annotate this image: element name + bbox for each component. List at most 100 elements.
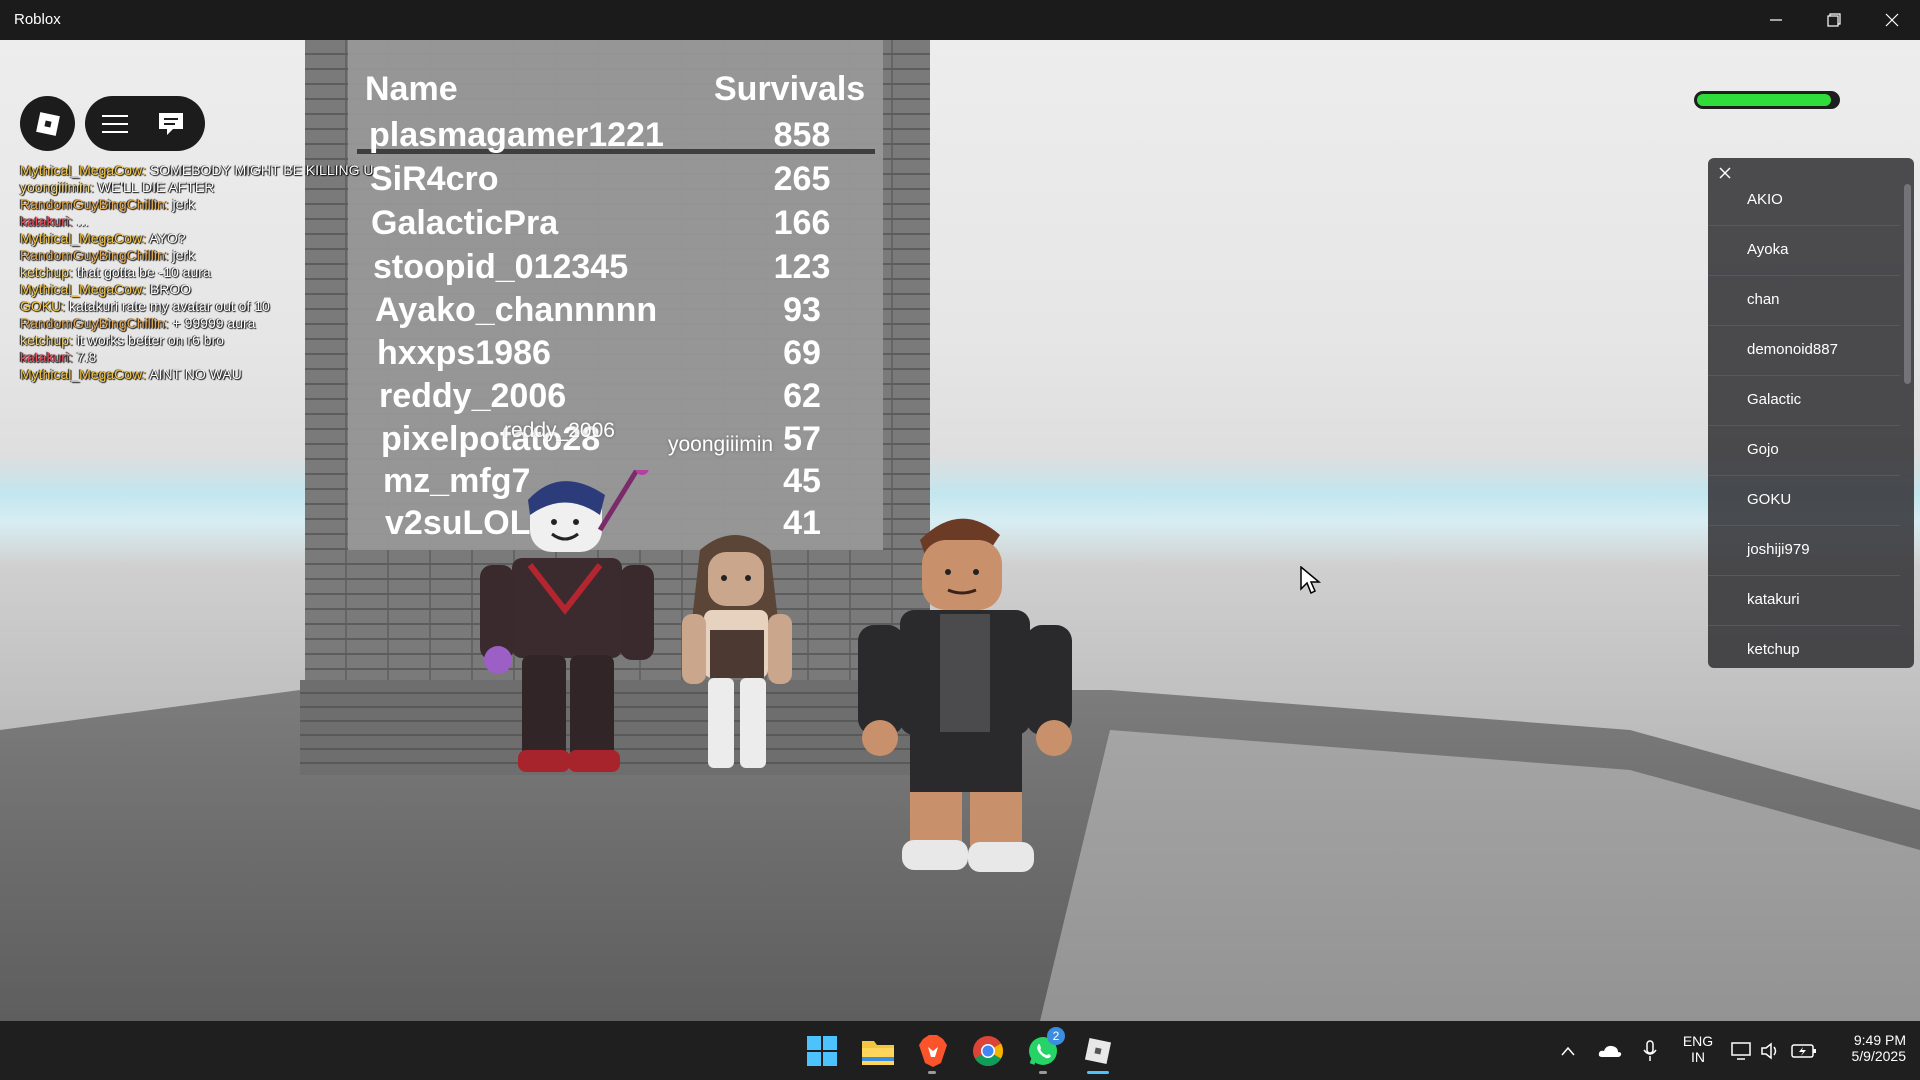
- player-list-item[interactable]: Gojo: [1708, 426, 1900, 476]
- player-name: joshiji979: [1747, 541, 1810, 558]
- leaderboard-player-score: 93: [783, 291, 821, 329]
- leaderboard-row: reddy_2006 62: [0, 377, 821, 421]
- chat-message-author[interactable]: yoongiiimin:: [20, 179, 94, 195]
- chevron-up-icon: [1561, 1046, 1575, 1056]
- chat-message-author[interactable]: RandomGuyBingChillin:: [20, 196, 169, 212]
- restore-button[interactable]: [1806, 0, 1862, 40]
- chat-message-author[interactable]: Mythical_MegaCow:: [20, 366, 146, 382]
- chat-message-text: ...: [76, 213, 89, 229]
- player-list-item[interactable]: Ayoka: [1708, 226, 1900, 276]
- player-list-item[interactable]: joshiji979: [1708, 526, 1900, 576]
- chat-message-author[interactable]: ketchup:: [20, 264, 73, 280]
- clock-time: 9:49 PM: [1853, 1032, 1906, 1048]
- leaderboard-header-score: Survivals: [714, 70, 866, 108]
- chat-message-author[interactable]: GOKU:: [20, 298, 65, 314]
- roblox-active-indicator: [1087, 1071, 1109, 1074]
- chat-message-text: WE'LL DIE AFTER: [97, 179, 215, 195]
- leaderboard-header-name: Name: [365, 70, 458, 108]
- game-viewport[interactable]: Name Survivals plasmagamer1221 858 SiR4c…: [0, 40, 1920, 1021]
- chat-message-text: jerk: [172, 247, 196, 263]
- onedrive-button[interactable]: [1590, 1031, 1630, 1071]
- battery-charging-icon: [1791, 1044, 1816, 1058]
- health-bar-fill: [1697, 94, 1831, 106]
- chat-icon: [159, 112, 183, 135]
- chat-message-author[interactable]: RandomGuyBingChillin:: [20, 315, 169, 331]
- chat-toggle-button[interactable]: [151, 106, 191, 141]
- player-list-item[interactable]: Galactic: [1708, 376, 1900, 426]
- brave-browser-button[interactable]: [913, 1031, 953, 1071]
- close-window-button[interactable]: [1864, 0, 1920, 40]
- player-name: GOKU: [1747, 491, 1792, 508]
- chat-message-author[interactable]: katakuri:: [20, 213, 73, 229]
- roblox-menu-button[interactable]: [20, 96, 75, 151]
- player-name: Galactic: [1747, 391, 1802, 408]
- avatar-hoodie-character[interactable]: [840, 510, 1110, 900]
- nametag-yoongiiimin: yoongiiimin: [668, 433, 774, 456]
- chat-message-text: katakuri rate my avatar out of 10: [69, 298, 270, 314]
- chat-message-author[interactable]: Mythical_MegaCow:: [20, 281, 146, 297]
- player-list-item[interactable]: AKIO: [1708, 176, 1900, 226]
- avatar-spider-character[interactable]: [470, 470, 670, 800]
- player-list-scrollbar[interactable]: [1904, 184, 1911, 384]
- close-icon: [1885, 13, 1899, 27]
- chat-message: katakuri: 7.8: [20, 349, 440, 366]
- player-list-item[interactable]: chan: [1708, 276, 1900, 326]
- player-list-item[interactable]: ketchup: [1708, 626, 1900, 668]
- chat-message: Mythical_MegaCow: BROO: [20, 281, 440, 298]
- whatsapp-running-indicator: [1039, 1071, 1047, 1074]
- language-indicator[interactable]: ENG IN: [1680, 1033, 1716, 1065]
- player-name: katakuri: [1747, 591, 1800, 608]
- chat-message-text: that gotta be -10 aura: [76, 264, 211, 280]
- chat-message-text: AINT NO WAU: [149, 366, 242, 382]
- chat-message: Mythical_MegaCow: AYO?: [20, 230, 440, 247]
- roblox-logo-icon: [35, 111, 60, 136]
- file-explorer-button[interactable]: [858, 1031, 898, 1071]
- mouse-cursor-icon: [1300, 566, 1322, 595]
- roblox-taskbar-button[interactable]: [1078, 1031, 1118, 1071]
- leaderboard-player-score: 265: [773, 160, 831, 198]
- whatsapp-badge: 2: [1047, 1027, 1065, 1045]
- chat-message-author[interactable]: Mythical_MegaCow:: [20, 230, 146, 246]
- battery-button[interactable]: [1784, 1031, 1824, 1071]
- chat-message-text: jerk: [172, 196, 196, 212]
- chat-message: RandomGuyBingChillin: jerk: [20, 247, 440, 264]
- language-code: ENG: [1682, 1033, 1714, 1049]
- clock[interactable]: 9:49 PM 5/9/2025: [1826, 1032, 1907, 1064]
- leaderboard-player-score: 123: [773, 248, 831, 286]
- chat-message: ketchup: that gotta be -10 aura: [20, 264, 440, 281]
- chat-message-text: 7.8: [76, 349, 97, 365]
- chat-message-text: it works better on r6 bro: [76, 332, 224, 348]
- chat-message-text: + 99999 aura: [172, 315, 256, 331]
- leaderboard-player-score: 62: [783, 377, 821, 415]
- chat-message-author[interactable]: RandomGuyBingChillin:: [20, 247, 169, 263]
- chat-message: yoongiiimin: WE'LL DIE AFTER: [20, 179, 440, 196]
- leaderboard-player-name: plasmagamer1221: [369, 116, 664, 154]
- chat-message: ketchup: it works better on r6 bro: [20, 332, 440, 349]
- chat-message-author[interactable]: ketchup:: [20, 332, 73, 348]
- leaderboard-player-score: 858: [773, 116, 831, 154]
- hamburger-menu-button[interactable]: [95, 106, 135, 141]
- chat-message: RandomGuyBingChillin: + 99999 aura: [20, 315, 440, 332]
- leaderboard-player-score: 166: [773, 204, 831, 242]
- start-button[interactable]: [802, 1031, 842, 1071]
- show-hidden-icons-button[interactable]: [1548, 1031, 1588, 1071]
- player-name: AKIO: [1747, 191, 1783, 208]
- window-titlebar: Roblox: [0, 0, 1920, 40]
- player-list-item[interactable]: demonoid887: [1708, 326, 1900, 376]
- chat-message-author[interactable]: Mythical_MegaCow:: [20, 162, 146, 178]
- player-list-item[interactable]: katakuri: [1708, 576, 1900, 626]
- chrome-button[interactable]: [968, 1031, 1008, 1071]
- microphone-button[interactable]: [1630, 1031, 1670, 1071]
- chat-message-text: BROO: [149, 281, 192, 297]
- player-name: demonoid887: [1747, 341, 1838, 358]
- chat-message-text: SOMEBODY MIGHT BE KILLING U: [149, 162, 374, 178]
- player-list-item[interactable]: GOKU: [1708, 476, 1900, 526]
- player-list: AKIO Ayoka chan demonoid887 Galactic Gojo GOKU…: [1708, 158, 1914, 668]
- chat-message-author[interactable]: katakuri:: [20, 349, 73, 365]
- brave-running-indicator: [928, 1071, 936, 1074]
- whatsapp-button[interactable]: 2: [1023, 1027, 1065, 1071]
- health-bar: [1694, 91, 1840, 109]
- minimize-button[interactable]: [1748, 0, 1804, 40]
- region-code: IN: [1691, 1049, 1705, 1065]
- avatar-girl-character[interactable]: [660, 530, 810, 790]
